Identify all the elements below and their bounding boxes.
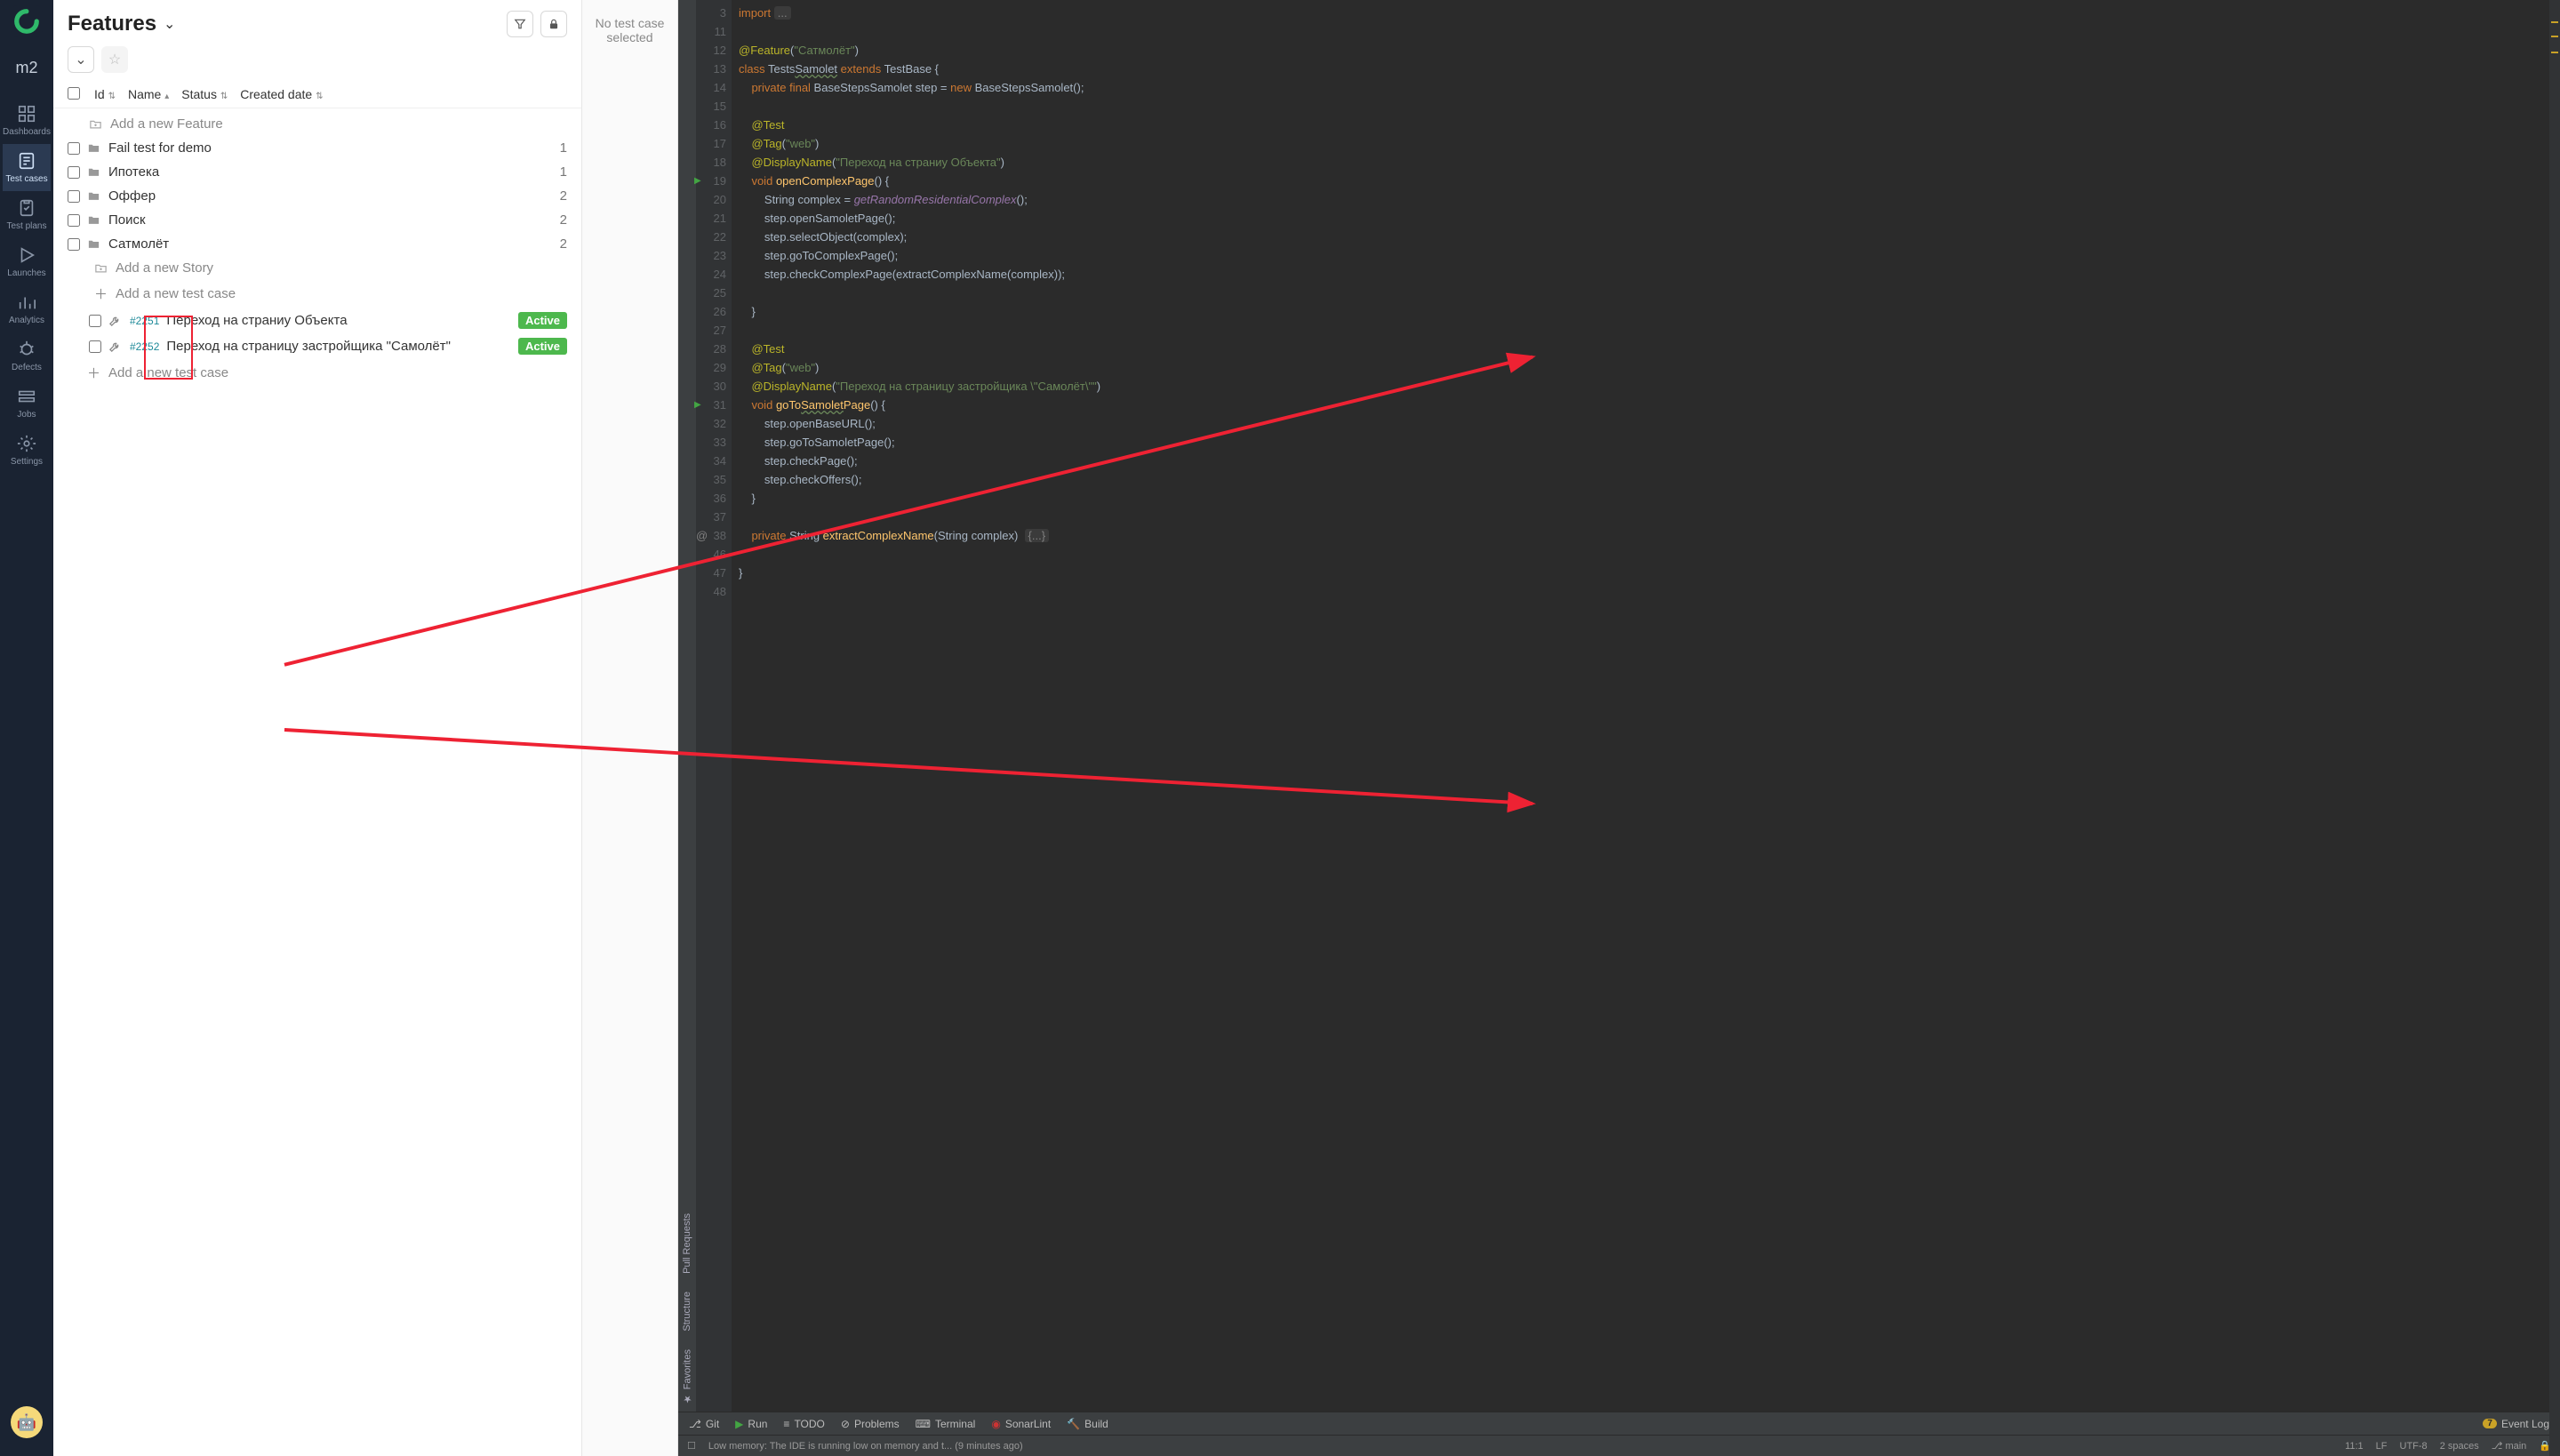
nav-jobs[interactable]: Jobs [3,380,51,427]
feature-row[interactable]: Поиск 2 [68,208,567,232]
feature-count: 2 [560,212,567,228]
tab-favorites[interactable]: ★ Favorites [682,1349,693,1404]
folder-icon [87,213,101,227]
ide-status-bar: ☐ Low memory: The IDE is running low on … [678,1435,2560,1456]
feature-name: Ипотека [108,164,159,180]
wrench-icon [108,314,123,327]
row-checkbox[interactable] [68,238,80,251]
status-indent[interactable]: 2 spaces [2440,1441,2479,1452]
wrench-icon [108,340,123,353]
feature-row[interactable]: Сатмолёт 2 [68,232,567,256]
status-badge: Active [518,312,567,329]
no-selection-text: No test case selected [582,16,677,44]
tab-build[interactable]: 🔨Build [1067,1418,1108,1430]
nav-testcases[interactable]: Test cases [3,144,51,191]
no-selection-panel: No test case selected [582,0,678,1456]
ide-bottom-tool-tabs: ⎇Git ▶Run ≡TODO ⊘Problems ⌨Terminal ◉Son… [678,1412,2560,1435]
ide-panel: Pull Requests Structure ★ Favorites 3111… [678,0,2560,1456]
tab-run[interactable]: ▶Run [735,1418,767,1430]
feature-row[interactable]: Оффер 2 [68,184,567,208]
col-status[interactable]: Status ⇅ [181,87,228,102]
user-avatar[interactable]: 🤖 [11,1406,43,1438]
add-testcase-row[interactable]: ＋ Add a new test case [68,280,567,308]
select-all-checkbox[interactable] [68,87,80,100]
feature-name: Оффер [108,188,156,204]
nav-settings[interactable]: Settings [3,427,51,474]
status-encoding[interactable]: UTF-8 [2400,1441,2428,1452]
lock-button[interactable] [540,11,567,37]
nav-dashboards[interactable]: Dashboards [3,97,51,144]
feature-tree: Add a new Feature Fail test for demo1Ипо… [53,108,581,404]
row-checkbox[interactable] [68,214,80,227]
row-checkbox[interactable] [89,340,101,353]
tab-problems[interactable]: ⊘Problems [841,1418,900,1430]
status-message: Low memory: The IDE is running low on me… [708,1441,1023,1452]
ide-tool-tabs-left: Pull Requests Structure ★ Favorites [678,0,696,1412]
editor-error-stripe [2549,0,2560,1412]
folder-plus-icon [94,261,108,275]
nav-rail: m2 DashboardsTest casesTest plansLaunche… [0,0,53,1456]
nav-launches[interactable]: Launches [3,238,51,285]
star-button[interactable]: ☆ [101,46,128,73]
add-feature-row[interactable]: Add a new Feature [68,112,567,136]
testcase-id: #2251 [130,315,159,327]
tab-structure[interactable]: Structure [682,1292,692,1332]
add-story-row[interactable]: Add a new Story [68,256,567,280]
chevron-down-icon[interactable]: ⌄ [164,15,175,33]
nav-analytics[interactable]: Analytics [3,285,51,332]
plus-icon: ＋ [94,284,108,303]
testcase-row[interactable]: #2252 Переход на страницу застройщика "Са… [68,333,567,359]
expand-all-button[interactable]: ⌄ [68,46,94,73]
feature-row[interactable]: Ипотека 1 [68,160,567,184]
feature-row[interactable]: Fail test for demo 1 [68,136,567,160]
row-checkbox[interactable] [68,142,80,155]
app-logo[interactable] [11,5,43,37]
testcase-id: #2252 [130,340,159,353]
filter-button[interactable] [507,11,533,37]
nav-testplans[interactable]: Test plans [3,191,51,238]
tab-todo[interactable]: ≡TODO [783,1418,824,1430]
col-id[interactable]: Id ⇅ [94,87,116,102]
folder-plus-icon [89,117,103,131]
status-caret[interactable]: 11:1 [2345,1441,2364,1452]
status-line-sep[interactable]: LF [2376,1441,2388,1452]
columns-header: Id ⇅ Name ▴ Status ⇅ Created date ⇅ [53,82,581,108]
feature-name: Fail test for demo [108,140,212,156]
testcase-title: Переход на страниу Объекта [166,313,347,328]
panel-title: Features [68,12,156,36]
status-badge: Active [518,338,567,355]
feature-name: Сатмолёт [108,236,169,252]
folder-icon [87,237,101,251]
testcase-title: Переход на страницу застройщика "Самолёт… [166,339,451,354]
feature-count: 2 [560,188,567,204]
row-checkbox[interactable] [68,190,80,203]
tab-terminal[interactable]: ⌨Terminal [916,1418,976,1430]
tab-git[interactable]: ⎇Git [689,1418,719,1430]
features-panel: Features ⌄ ⌄ ☆ Id ⇅ Name ▴ Status ⇅ Crea… [53,0,582,1456]
editor-code[interactable]: import ... @Feature("Сатмолёт")class Tes… [732,0,2560,1412]
add-testcase-bottom[interactable]: ＋ Add a new test case [68,359,567,387]
tab-event-log[interactable]: 7Event Log [2483,1418,2549,1430]
folder-icon [87,141,101,155]
feature-count: 2 [560,236,567,252]
row-checkbox[interactable] [89,315,101,327]
feature-name: Поиск [108,212,146,228]
testcase-row[interactable]: #2251 Переход на страниу Объекта Active [68,308,567,333]
editor-gutter: 31112131415161718▶1920212223242526272829… [696,0,732,1412]
plus-icon: ＋ [87,364,101,382]
folder-icon [87,165,101,179]
folder-icon [87,189,101,203]
feature-count: 1 [560,140,567,156]
row-checkbox[interactable] [68,166,80,179]
col-name[interactable]: Name ▴ [128,87,169,102]
feature-count: 1 [560,164,567,180]
tab-pull-requests[interactable]: Pull Requests [682,1213,692,1274]
project-name[interactable]: m2 [15,59,37,77]
col-created[interactable]: Created date ⇅ [240,87,323,102]
status-branch[interactable]: ⎇ main [2492,1440,2527,1452]
nav-defects[interactable]: Defects [3,332,51,380]
tab-sonarlint[interactable]: ◉SonarLint [991,1418,1051,1430]
